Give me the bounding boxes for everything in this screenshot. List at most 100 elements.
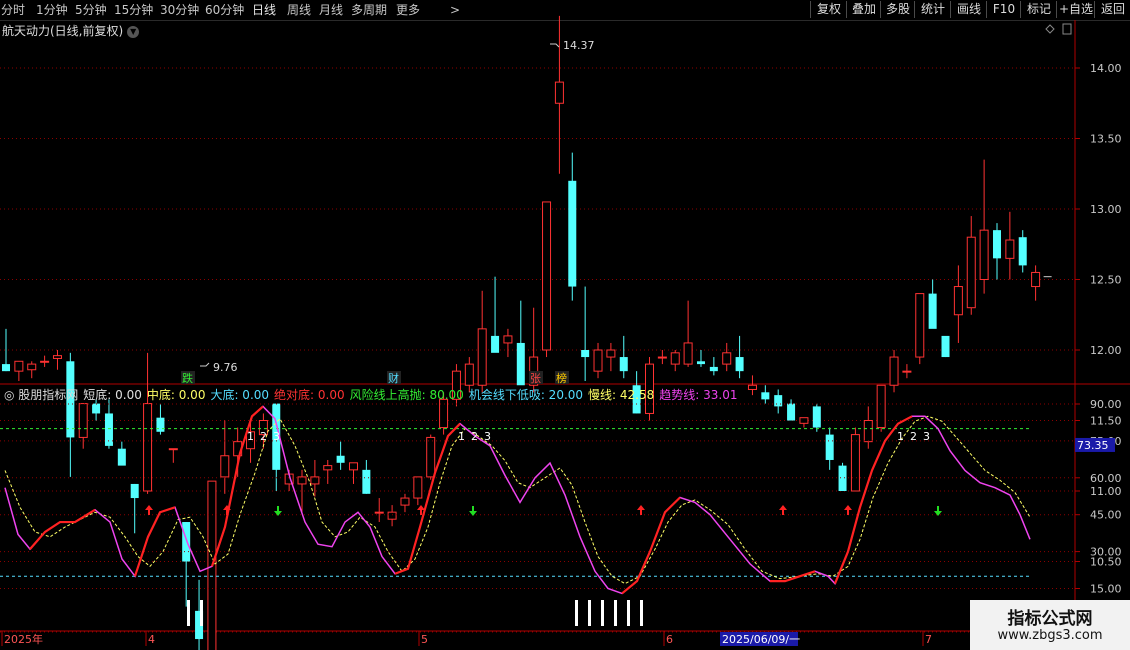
- indicator-field-0: 短底: 0.00: [83, 388, 142, 402]
- bottom-signal-bar: [640, 600, 643, 626]
- candle-body: [863, 420, 873, 443]
- candle-body: [979, 229, 989, 280]
- candle-body: [593, 349, 603, 372]
- candle-body: [117, 448, 126, 466]
- rising-segment: [133, 506, 176, 577]
- indicator-field-3: 绝对底: 0.00: [274, 388, 345, 402]
- candle-body: [838, 465, 847, 491]
- candle-body: [683, 342, 693, 365]
- candle-body: [722, 352, 732, 365]
- price-axis-label: 14.00: [1090, 62, 1122, 75]
- candle-body: [568, 180, 577, 287]
- candle-body: [876, 384, 886, 429]
- high-marker: [550, 43, 560, 48]
- candle-body: [2, 364, 10, 372]
- candle-body: [709, 366, 718, 372]
- indicator-legend: ◎ 股朋指标网 短底: 0.00 中底: 0.00 大底: 0.00 绝对底: 0.00…: [4, 386, 742, 403]
- date-label-0: 2025年: [4, 632, 43, 646]
- candle-body: [799, 417, 809, 424]
- indicator-axis-label: 30.00: [1090, 546, 1122, 559]
- indicator-axis-label: 15.00: [1090, 583, 1122, 596]
- candle-body: [1005, 239, 1015, 259]
- candle-body: [554, 81, 564, 104]
- indicator-field-7: 趋势线: 33.01: [659, 388, 738, 402]
- candle-body: [657, 356, 667, 359]
- event-label-0: 跌: [182, 371, 193, 385]
- candle-body: [825, 434, 834, 460]
- price-axis-label: 13.00: [1090, 203, 1122, 216]
- rising-segment: [621, 496, 681, 595]
- indicator-field-5: 机会线下低吸: 20.00: [468, 388, 584, 402]
- candle-body: [323, 465, 333, 471]
- price-axis-label: 11.00: [1090, 485, 1122, 498]
- buy-arrow-icon: [637, 505, 645, 515]
- buy-arrow-icon: [844, 505, 852, 515]
- candle-body: [696, 361, 705, 365]
- bottom-signal-bar: [627, 600, 630, 626]
- chart-title[interactable]: 航天动力(日线,前复权) ▼: [2, 22, 140, 39]
- date-label-2: 5: [421, 633, 428, 646]
- candle-body: [619, 357, 628, 372]
- bottom-signal-bar: [614, 600, 617, 626]
- bottom-signal-bar: [601, 600, 604, 626]
- indicator-field-2: 大底: 0.00: [210, 388, 270, 402]
- price-axis-label: 11.50: [1090, 415, 1122, 428]
- indicator-axis-label: 90.00: [1090, 398, 1122, 411]
- indicator-axis-label: 60.00: [1090, 472, 1122, 485]
- candle-body: [413, 476, 423, 499]
- candle-body: [14, 360, 24, 372]
- candle-body: [491, 335, 500, 353]
- candle-body: [850, 434, 860, 492]
- signal-number: 1: [458, 430, 465, 443]
- low-marker: [200, 362, 210, 367]
- indicator-name: ◎ 股朋指标网: [4, 388, 79, 402]
- candle-body: [503, 335, 513, 344]
- signal-number: 1: [897, 430, 904, 443]
- candle-body: [1018, 237, 1027, 266]
- low-price-label: 9.76: [213, 361, 238, 374]
- diamond-icon: [1045, 24, 1055, 34]
- watermark-title: 指标公式网: [1007, 609, 1093, 629]
- chevron-down-icon[interactable]: ▼: [127, 25, 140, 38]
- price-axis-label: 12.50: [1090, 274, 1122, 287]
- date-label-1: 4: [148, 633, 155, 646]
- signal-number: 3: [273, 430, 280, 443]
- candle-body: [182, 522, 191, 562]
- watermark-url: www.zbgs3.com: [997, 628, 1103, 643]
- event-label-3: 榜: [556, 371, 567, 385]
- candle-body: [774, 395, 783, 407]
- sell-arrow-icon: [469, 506, 477, 516]
- candle-body: [168, 448, 178, 451]
- candle-body: [606, 349, 616, 358]
- cursor-date-label: 2025/06/09/一: [722, 633, 800, 646]
- kline-chart: 14.0013.5013.0012.5012.0011.5011.0010.50…: [0, 15, 1130, 650]
- stock-title: 航天动力(日线,前复权): [2, 24, 124, 38]
- candle-body: [992, 230, 1001, 259]
- candle-body: [747, 384, 757, 390]
- rising-segment: [29, 508, 96, 550]
- signal-number: 2: [910, 430, 917, 443]
- candle-body: [40, 360, 50, 363]
- price-axis-label: 12.00: [1090, 344, 1122, 357]
- candle-body: [761, 392, 770, 400]
- candle-body: [928, 293, 937, 329]
- candle-body: [542, 201, 552, 351]
- panel-toggle-icon: [1062, 23, 1072, 35]
- high-price-label: 14.37: [563, 39, 595, 52]
- signal-number: 2: [260, 430, 267, 443]
- candle-body: [348, 462, 358, 471]
- candle-body: [941, 335, 950, 358]
- candle-body: [130, 483, 139, 499]
- candle-body: [889, 356, 899, 386]
- candle-body: [426, 436, 436, 478]
- signal-number: 3: [484, 430, 491, 443]
- candle-body: [1031, 271, 1041, 288]
- candle-body: [670, 352, 680, 365]
- event-label-2: 张: [530, 372, 541, 385]
- indicator-field-4: 风险线上高抛: 80.00: [349, 388, 464, 402]
- bottom-signal-bar: [588, 600, 591, 626]
- indicator-axis-label: 45.00: [1090, 509, 1122, 522]
- candle-body: [464, 363, 474, 386]
- bottom-signal-bar: [575, 600, 578, 626]
- bottom-signal-bar: [200, 600, 203, 626]
